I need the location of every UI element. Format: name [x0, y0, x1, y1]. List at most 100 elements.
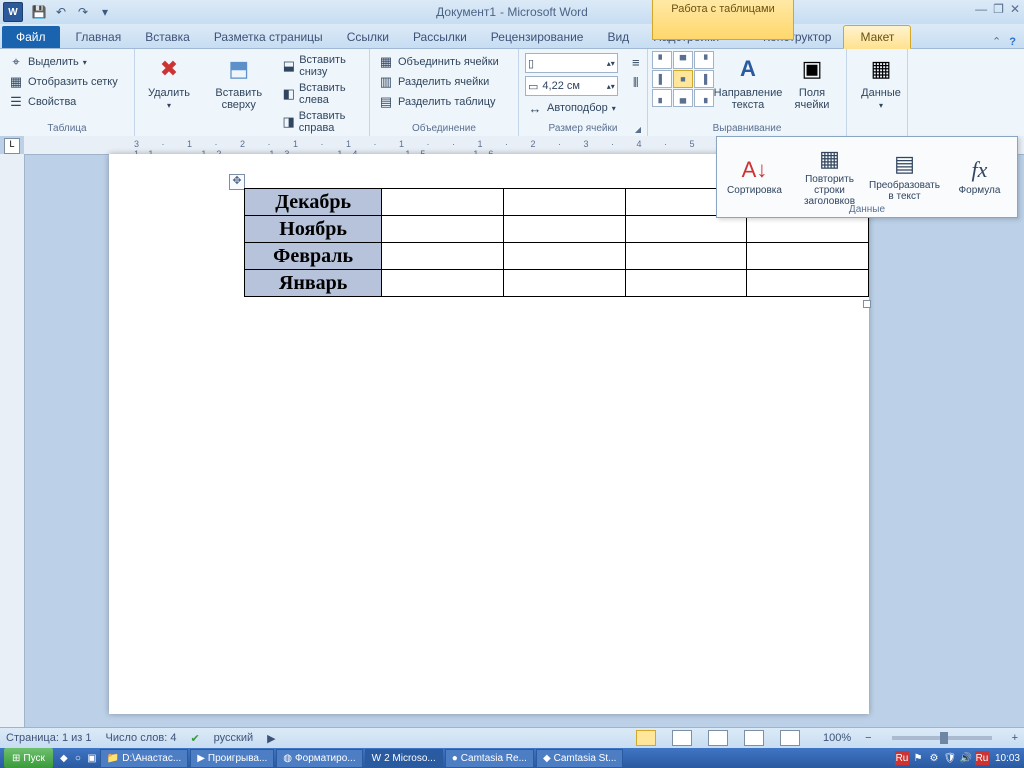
taskbar-item[interactable]: W2 Microso... [365, 749, 443, 768]
zoom-level[interactable]: 100% [823, 732, 851, 744]
undo-icon[interactable]: ↶ [52, 3, 70, 21]
tab-file[interactable]: Файл [2, 26, 60, 48]
merge-cells-button[interactable]: ▦Объединить ячейки [376, 53, 501, 71]
qat-more-icon[interactable]: ▾ [96, 3, 114, 21]
align-tl[interactable]: ▘ [652, 51, 672, 69]
tab-view[interactable]: Вид [595, 26, 641, 48]
zoom-in-button[interactable]: + [1012, 732, 1018, 744]
table-cell[interactable] [382, 216, 504, 243]
select-button[interactable]: ⌖Выделить▾ [6, 53, 120, 71]
taskbar-item[interactable]: 📁D:\Анастас... [100, 749, 188, 768]
close-icon[interactable]: ✕ [1010, 2, 1020, 16]
text-direction-button[interactable]: AНаправление текста [716, 51, 780, 113]
delete-button[interactable]: ✖Удалить▾ [139, 51, 199, 113]
table-cell[interactable] [503, 243, 625, 270]
tab-references[interactable]: Ссылки [335, 26, 401, 48]
table-cell[interactable] [382, 270, 504, 297]
table-cell[interactable] [382, 189, 504, 216]
taskbar-item[interactable]: ●Camtasia Re... [445, 749, 534, 768]
save-icon[interactable]: 💾 [30, 3, 48, 21]
align-ml[interactable]: ▌ [652, 70, 672, 88]
web-view[interactable] [708, 730, 728, 746]
align-mc[interactable]: ■ [673, 70, 693, 88]
insert-above-button[interactable]: ⬒Вставить сверху [201, 51, 276, 113]
insert-right-button[interactable]: ◨Вставить справа [280, 109, 363, 135]
vertical-ruler[interactable] [0, 154, 25, 728]
taskbar-item[interactable]: ▶Проигрыва... [190, 749, 274, 768]
clock[interactable]: 10:03 [995, 753, 1020, 764]
lang-indicator[interactable]: Ru [895, 751, 909, 765]
table-resize-handle[interactable] [863, 300, 871, 308]
distribute-rows-button[interactable]: ≡ [626, 53, 646, 71]
tab-review[interactable]: Рецензирование [479, 26, 596, 48]
tab-insert[interactable]: Вставка [133, 26, 202, 48]
distribute-cols-button[interactable]: ⦀ [626, 74, 646, 92]
align-bc[interactable]: ▄ [673, 89, 693, 107]
table-cell[interactable] [625, 243, 747, 270]
table-cell[interactable]: Ноябрь [245, 216, 382, 243]
insert-below-button[interactable]: ⬓Вставить снизу [280, 53, 363, 79]
table-cell[interactable] [503, 216, 625, 243]
word-count[interactable]: Число слов: 4 [106, 732, 177, 744]
tray-icon[interactable]: 🔊 [959, 751, 973, 765]
table-cell[interactable] [747, 270, 869, 297]
taskbar-item[interactable]: ◍Форматиро... [276, 749, 362, 768]
tray-icon[interactable]: ⚑ [911, 751, 925, 765]
help-icon[interactable]: ? [1009, 36, 1016, 48]
align-tr[interactable]: ▝ [694, 51, 714, 69]
print-layout-view[interactable] [636, 730, 656, 746]
align-tc[interactable]: ▀ [673, 51, 693, 69]
zoom-slider[interactable] [892, 736, 992, 740]
table-cell[interactable] [503, 270, 625, 297]
quicklaunch-icon[interactable]: ○ [71, 751, 85, 765]
view-gridlines-button[interactable]: ▦Отобразить сетку [6, 73, 120, 91]
align-bl[interactable]: ▖ [652, 89, 672, 107]
zoom-thumb[interactable] [940, 732, 948, 744]
taskbar-item[interactable]: ◆Camtasia St... [536, 749, 624, 768]
table-cell[interactable] [747, 216, 869, 243]
table-cell[interactable]: Февраль [245, 243, 382, 270]
tray-icon[interactable]: 🛡 [943, 751, 957, 765]
column-width-input[interactable]: ▭4,22 см▴▾ [525, 76, 618, 96]
insert-left-button[interactable]: ◧Вставить слева [280, 81, 363, 107]
minimize-ribbon-icon[interactable]: ⌃ [992, 35, 1001, 48]
start-button[interactable]: ⊞Пуск [4, 748, 53, 768]
draft-view[interactable] [780, 730, 800, 746]
table-cell[interactable]: Декабрь [245, 189, 382, 216]
page[interactable]: ✥ Декабрь Ноябрь Февраль Январь [109, 154, 869, 714]
table-move-handle[interactable]: ✥ [229, 174, 245, 190]
spellcheck-icon[interactable]: ✔ [190, 732, 199, 745]
table-cell[interactable] [747, 243, 869, 270]
lang-indicator-2[interactable]: Ru [975, 751, 989, 765]
properties-button[interactable]: ☰Свойства [6, 93, 120, 111]
table-cell[interactable] [503, 189, 625, 216]
table-cell[interactable] [625, 216, 747, 243]
tab-home[interactable]: Главная [64, 26, 134, 48]
outline-view[interactable] [744, 730, 764, 746]
macro-icon[interactable]: ▶ [267, 732, 275, 745]
align-mr[interactable]: ▐ [694, 70, 714, 88]
table-cell[interactable] [625, 270, 747, 297]
align-br[interactable]: ▗ [694, 89, 714, 107]
tray-icon[interactable]: ⚙ [927, 751, 941, 765]
tab-mailings[interactable]: Рассылки [401, 26, 479, 48]
quicklaunch-icon[interactable]: ◆ [57, 751, 71, 765]
cell-margins-button[interactable]: ▣Поля ячейки [782, 51, 842, 113]
autofit-button[interactable]: ↔Автоподбор▾ [525, 99, 618, 117]
cellsize-launcher-icon[interactable]: ◢ [635, 125, 641, 134]
split-table-button[interactable]: ▤Разделить таблицу [376, 93, 501, 111]
tab-page-layout[interactable]: Разметка страницы [202, 26, 335, 48]
minimize-icon[interactable]: — [975, 2, 987, 16]
row-height-input[interactable]: ▯▴▾ [525, 53, 618, 73]
zoom-out-button[interactable]: − [865, 732, 871, 744]
restore-icon[interactable]: ❐ [993, 2, 1004, 16]
data-button[interactable]: ▦Данные▾ [851, 51, 911, 113]
redo-icon[interactable]: ↷ [74, 3, 92, 21]
quicklaunch-icon[interactable]: ▣ [85, 751, 99, 765]
page-indicator[interactable]: Страница: 1 из 1 [6, 732, 92, 744]
table-cell[interactable] [382, 243, 504, 270]
tab-selector[interactable]: L [4, 138, 20, 154]
tab-table-layout[interactable]: Макет [843, 25, 911, 49]
table-cell[interactable]: Январь [245, 270, 382, 297]
split-cells-button[interactable]: ▥Разделить ячейки [376, 73, 501, 91]
